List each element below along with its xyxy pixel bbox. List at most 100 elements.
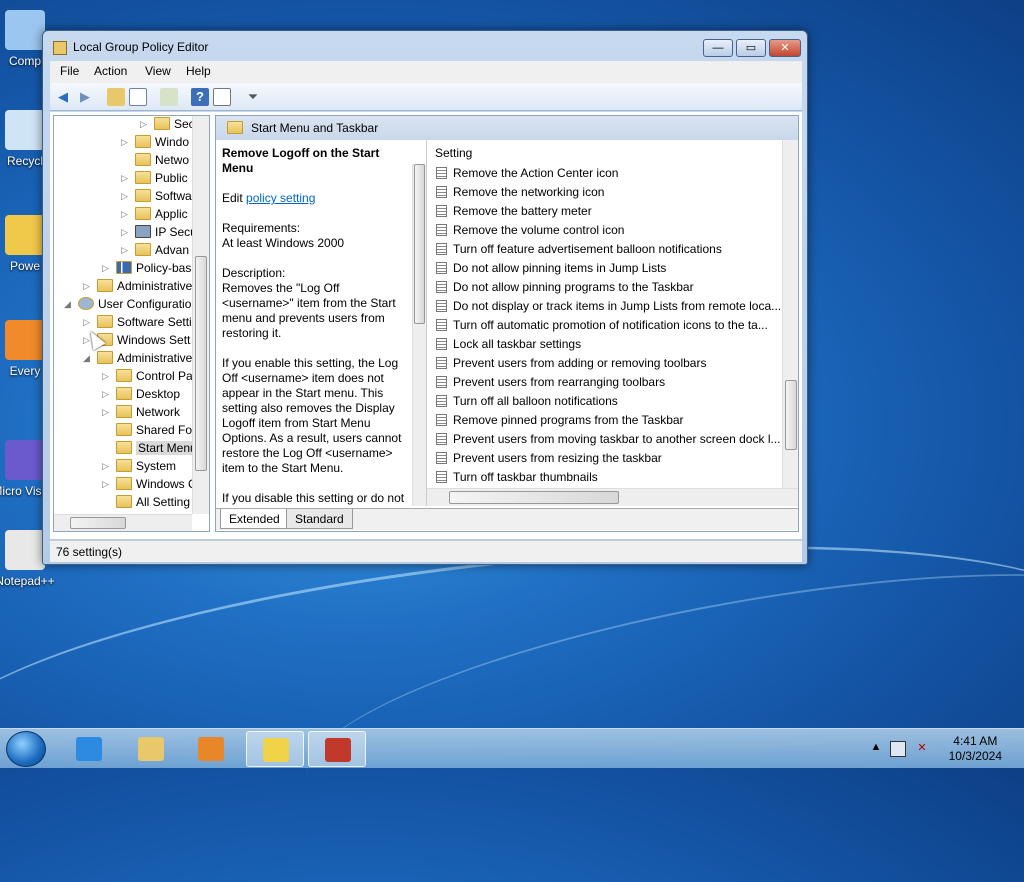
taskbar-internet-explorer-button[interactable]	[60, 731, 118, 767]
tree-item[interactable]: ▷ Softwa	[54, 188, 192, 206]
tree-item[interactable]: ▷ Policy-bas	[54, 260, 192, 278]
policy-setting-icon	[436, 300, 447, 312]
expand-arrow-icon[interactable]: ▷	[121, 173, 131, 184]
toolbar: ◀ ▶ ? ⏷	[50, 83, 802, 111]
export-list-icon[interactable]	[160, 88, 178, 106]
expand-arrow-icon[interactable]: ▷	[121, 245, 131, 256]
taskbar-file-explorer-button[interactable]	[122, 731, 180, 767]
tree-item[interactable]: ▷ System	[54, 458, 192, 476]
maximize-button[interactable]: ▭	[736, 39, 766, 57]
setting-row[interactable]: Remove the volume control icon	[427, 221, 782, 240]
tree-item[interactable]: ▷ Windo	[54, 134, 192, 152]
up-folder-icon[interactable]	[107, 88, 125, 106]
tab-extended[interactable]: Extended	[220, 509, 289, 529]
expand-arrow-icon[interactable]: ▷	[102, 407, 112, 418]
title-bar[interactable]: Local Group Policy Editor — ▭ ✕	[43, 31, 807, 61]
tree-item[interactable]: ◢ Administrative	[54, 350, 192, 368]
tree-horizontal-scrollbar[interactable]	[54, 514, 192, 531]
expand-arrow-icon[interactable]: ▷	[102, 479, 112, 490]
expand-arrow-icon[interactable]: ▷	[83, 281, 93, 292]
tree-item[interactable]: ▷ Desktop	[54, 386, 192, 404]
tab-standard[interactable]: Standard	[286, 509, 353, 529]
setting-row[interactable]: Turn off feature advertisement balloon n…	[427, 240, 782, 259]
taskbar-policy-editor-button[interactable]	[246, 731, 304, 767]
folder-icon	[116, 405, 132, 418]
menu-file[interactable]: File	[60, 64, 79, 78]
list-horizontal-scrollbar[interactable]	[427, 488, 798, 506]
expand-arrow-icon[interactable]: ▷	[121, 137, 131, 148]
tree-vertical-scrollbar[interactable]	[192, 116, 209, 514]
clock[interactable]: 4:41 AM 10/3/2024	[949, 734, 1002, 764]
tree-item[interactable]: ▷ Network	[54, 404, 192, 422]
policy-setting-link[interactable]: policy setting	[246, 191, 315, 205]
expand-arrow-icon[interactable]: ▷	[121, 209, 131, 220]
tree-item-label: Policy-bas	[136, 261, 192, 275]
tree-item[interactable]: Shared Fol	[54, 422, 195, 440]
setting-row[interactable]: Do not allow pinning programs to the Tas…	[427, 278, 782, 297]
setting-row[interactable]: Prevent users from moving taskbar to ano…	[427, 430, 782, 449]
network-icon[interactable]	[890, 741, 906, 757]
tree-item[interactable]: ▷ IP Secu	[54, 224, 197, 242]
properties-icon[interactable]	[213, 88, 231, 106]
column-header-setting[interactable]: Setting	[427, 140, 782, 164]
close-button[interactable]: ✕	[769, 39, 801, 57]
tree-item[interactable]: Start Menu	[54, 440, 199, 458]
setting-row[interactable]: Turn off taskbar thumbnails	[427, 468, 782, 487]
setting-row[interactable]: Remove pinned programs from the Taskbar	[427, 411, 782, 430]
taskbar-media-player-button[interactable]	[182, 731, 240, 767]
expand-arrow-icon[interactable]: ▷	[83, 317, 93, 328]
expand-arrow-icon[interactable]: ▷	[121, 191, 131, 202]
expand-arrow-icon[interactable]: ◢	[83, 353, 93, 364]
setting-row[interactable]: Do not allow pinning items in Jump Lists	[427, 259, 782, 278]
expand-arrow-icon[interactable]: ▷	[102, 263, 112, 274]
expand-arrow-icon[interactable]: ▷	[102, 461, 112, 472]
tree-hscroll-thumb[interactable]	[70, 517, 126, 529]
tree-item[interactable]: All Setting	[54, 494, 192, 512]
setting-row[interactable]: Lock all taskbar settings	[427, 335, 782, 354]
tree-item[interactable]: ▷ Administrative	[54, 278, 192, 296]
menu-action[interactable]: Action	[94, 64, 127, 78]
list-vertical-scrollbar[interactable]	[782, 140, 798, 488]
setting-row[interactable]: Remove the battery meter	[427, 202, 782, 221]
start-button[interactable]	[6, 731, 46, 767]
setting-row[interactable]: Do not display or track items in Jump Li…	[427, 297, 782, 316]
show-hide-tree-icon[interactable]	[129, 88, 147, 106]
volume-muted-icon[interactable]: ✕	[914, 741, 930, 757]
description-scrollbar[interactable]	[412, 164, 426, 506]
setting-row[interactable]: Turn off automatic promotion of notifica…	[427, 316, 782, 335]
tree-item[interactable]: ▷ Windows Sett	[54, 332, 192, 350]
list-vscroll-thumb[interactable]	[785, 380, 797, 450]
tree-item[interactable]: ▷ Control Pa	[54, 368, 193, 386]
help-icon[interactable]: ?	[191, 88, 209, 106]
setting-row[interactable]: Prevent users from adding or removing to…	[427, 354, 782, 373]
tree-item[interactable]: ▷ Applic	[54, 206, 192, 224]
setting-row[interactable]: Remove the networking icon	[427, 183, 782, 202]
tree-item[interactable]: ▷ Windows C	[54, 476, 197, 494]
back-icon[interactable]: ◀	[54, 88, 72, 106]
expand-arrow-icon[interactable]: ▷	[102, 371, 112, 382]
filter-icon[interactable]: ⏷	[244, 88, 262, 106]
tree-item[interactable]: Netwo	[54, 152, 192, 170]
tree-item[interactable]: ▷ Public	[54, 170, 192, 188]
expand-arrow-icon[interactable]: ▷	[140, 119, 150, 130]
tree-item[interactable]: ▷ Software Setti	[54, 314, 192, 332]
tree-item[interactable]: ◢ User Configuratio	[54, 296, 192, 314]
expand-arrow-icon[interactable]: ▷	[121, 227, 131, 238]
menu-help[interactable]: Help	[186, 64, 211, 78]
forward-icon[interactable]: ▶	[76, 88, 94, 106]
expand-arrow-icon[interactable]: ▷	[102, 389, 112, 400]
tree-item[interactable]: ▷ Sec	[54, 116, 195, 134]
list-hscroll-thumb[interactable]	[449, 491, 619, 504]
setting-row[interactable]: Prevent users from rearranging toolbars	[427, 373, 782, 392]
description-scroll-thumb[interactable]	[414, 164, 425, 324]
show-hidden-icons-icon[interactable]: ▲	[868, 741, 884, 757]
tree-vscroll-thumb[interactable]	[195, 256, 207, 471]
minimize-button[interactable]: —	[703, 39, 733, 57]
tree-item[interactable]: ▷ Advan	[54, 242, 192, 260]
menu-view[interactable]: View	[145, 64, 171, 78]
setting-row[interactable]: Remove the Action Center icon	[427, 164, 782, 183]
setting-row[interactable]: Turn off all balloon notifications	[427, 392, 782, 411]
setting-row[interactable]: Prevent users from resizing the taskbar	[427, 449, 782, 468]
taskbar-toolbox-button[interactable]	[308, 731, 366, 767]
expand-arrow-icon[interactable]: ◢	[64, 299, 74, 310]
